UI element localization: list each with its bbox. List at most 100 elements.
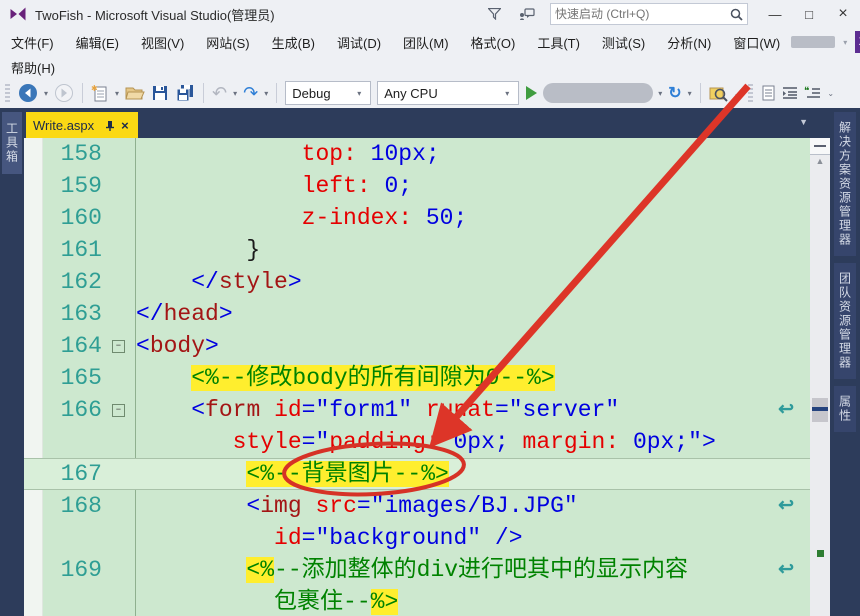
find-in-files-button[interactable] — [706, 80, 731, 106]
menu-item[interactable]: 调试(D) — [326, 33, 392, 52]
left-panel-strip: 工具箱 — [0, 108, 24, 616]
code-line[interactable]: 163</head> — [24, 298, 810, 330]
vertical-scrollbar[interactable]: ▲ — [810, 138, 830, 616]
code-line-current[interactable]: 167 <%--背景图片--%> — [24, 458, 810, 490]
undo-button[interactable]: ↶ — [209, 80, 230, 106]
line-number: 161 — [24, 237, 110, 263]
code-line[interactable]: 169 <%--添加整体的div进行吧其中的显示内容↩ — [24, 554, 810, 586]
open-file-button[interactable] — [122, 80, 148, 106]
menu-item[interactable]: 文件(F) — [0, 33, 65, 52]
browser-target-redacted[interactable] — [543, 83, 653, 103]
pin-icon[interactable] — [104, 120, 115, 131]
visual-studio-logo-icon — [9, 5, 27, 23]
feedback-icon[interactable] — [519, 8, 535, 21]
menu-item[interactable]: 网站(S) — [195, 33, 260, 52]
save-button[interactable] — [148, 80, 172, 106]
save-all-button[interactable] — [172, 80, 198, 106]
scroll-up-arrow[interactable]: ▲ — [810, 156, 830, 166]
tab-write-aspx[interactable]: Write.aspx × — [26, 112, 138, 138]
code-text: <%--添加整体的div进行吧其中的显示内容 — [136, 554, 688, 586]
code-line[interactable]: 161 } — [24, 234, 810, 266]
funnel-icon[interactable] — [488, 8, 501, 20]
indent-button[interactable] — [779, 80, 801, 106]
fold-collapse-toggle[interactable]: − — [112, 404, 125, 417]
quick-launch-search[interactable] — [550, 3, 748, 25]
toolbar-grip[interactable] — [5, 84, 10, 102]
code-text: left: 0; — [136, 170, 412, 202]
word-wrap-icon: ↩ — [778, 398, 794, 421]
menu-bar-row2: 帮助(H) — [0, 56, 860, 78]
menu-item[interactable]: 分析(N) — [656, 33, 722, 52]
menu-item[interactable]: 测试(S) — [591, 33, 656, 52]
menu-item[interactable]: 生成(B) — [261, 33, 326, 52]
menu-item[interactable]: 编辑(E) — [65, 33, 130, 52]
undo-dropdown-icon[interactable]: ▾ — [230, 89, 240, 98]
fold-collapse-toggle[interactable]: − — [112, 340, 125, 353]
menu-item[interactable]: 工具(T) — [526, 33, 591, 52]
document-list-dropdown-icon[interactable]: ▼ — [799, 117, 808, 127]
minimize-button[interactable]: — — [758, 0, 792, 28]
editor-split-handle[interactable] — [810, 138, 830, 155]
chevron-down-icon[interactable]: ▾ — [843, 38, 847, 47]
code-line[interactable]: 162 </style> — [24, 266, 810, 298]
svg-text:✱: ✱ — [91, 84, 98, 93]
line-number: 159 — [24, 173, 110, 199]
code-line[interactable]: 160 z-index: 50; — [24, 202, 810, 234]
close-button[interactable]: × — [826, 0, 860, 28]
right-panel-strip: 解决方案资源管理器团队资源管理器属性 — [832, 108, 860, 616]
maximize-button[interactable]: □ — [792, 0, 826, 28]
toolbar-grip[interactable] — [748, 84, 753, 102]
navigate-back-dropdown-icon[interactable]: ▾ — [41, 89, 51, 98]
sidebar-tab-properties[interactable]: 属性 — [834, 386, 856, 432]
title-bar: TwoFish - Microsoft Visual Studio(管理员) —… — [0, 0, 860, 28]
main-toolbar: ▾ ✱ ▾ ↶ ▾ ↷ ▾ Debug▾ Any CPU▾ ▾ ↻ ▾ ⌄ ❝ … — [0, 78, 860, 108]
toolbar-overflow-icon[interactable]: ⌄ — [731, 89, 744, 98]
document-outline-button[interactable] — [758, 80, 779, 106]
start-debug-button[interactable] — [526, 86, 537, 100]
debug-configuration-select[interactable]: Debug▾ — [285, 81, 371, 105]
code-line[interactable]: 164−<body> — [24, 330, 810, 362]
toolbar-overflow-icon[interactable]: ⌄ — [824, 89, 837, 98]
refresh-dropdown-icon[interactable]: ▾ — [685, 89, 695, 98]
code-text: top: 10px; — [136, 138, 440, 170]
menu-item[interactable]: 格式(O) — [460, 33, 527, 52]
search-icon[interactable] — [726, 8, 747, 21]
scrollbar-thumb[interactable] — [812, 398, 828, 422]
code-line[interactable]: 165 <%--修改body的所有间隙为0--%> — [24, 362, 810, 394]
sidebar-tab-solution-explorer[interactable]: 解决方案资源管理器 — [834, 112, 856, 256]
code-text: <%--背景图片--%> — [136, 458, 449, 490]
comment-button[interactable]: ❝ — [801, 80, 824, 106]
line-number: 158 — [24, 141, 110, 167]
line-number: 166 — [24, 397, 110, 423]
close-tab-icon[interactable]: × — [119, 118, 131, 133]
code-line[interactable]: 159 left: 0; — [24, 170, 810, 202]
code-line[interactable]: 158 top: 10px; — [24, 138, 810, 170]
redo-dropdown-icon[interactable]: ▾ — [261, 89, 271, 98]
code-line[interactable]: 166− <form id="form1" runat="server"↩ — [24, 394, 810, 426]
svg-text:❝: ❝ — [804, 86, 809, 97]
refresh-button[interactable]: ↻ — [665, 80, 684, 106]
navigate-forward-button[interactable] — [51, 80, 77, 106]
sidebar-tab-team-explorer[interactable]: 团队资源管理器 — [834, 263, 856, 379]
menu-item[interactable]: 窗口(W) — [722, 33, 791, 52]
new-file-button[interactable]: ✱ — [88, 80, 112, 106]
code-editor[interactable]: 158 top: 10px;159 left: 0;160 z-index: 5… — [24, 138, 810, 616]
redo-button[interactable]: ↷ — [240, 80, 261, 106]
code-text: 包裹住--%> — [136, 586, 398, 616]
menu-item[interactable]: 视图(V) — [130, 33, 195, 52]
avatar[interactable]: XY — [855, 31, 860, 53]
code-line[interactable]: 包裹住--%> — [24, 586, 810, 616]
menu-item[interactable]: 帮助(H) — [0, 58, 66, 77]
navigate-back-button[interactable] — [15, 80, 41, 106]
browser-dropdown-icon[interactable]: ▾ — [655, 89, 665, 98]
quick-launch-input[interactable] — [551, 7, 726, 21]
code-line[interactable]: 168 <img src="images/BJ.JPG"↩ — [24, 490, 810, 522]
menu-item[interactable]: 团队(M) — [392, 33, 460, 52]
line-number: 164 — [24, 333, 110, 359]
sidebar-tab-toolbox[interactable]: 工具箱 — [2, 112, 22, 174]
new-file-dropdown-icon[interactable]: ▾ — [112, 89, 122, 98]
platform-select[interactable]: Any CPU▾ — [377, 81, 519, 105]
code-text: z-index: 50; — [136, 202, 467, 234]
code-line[interactable]: style="padding: 0px; margin: 0px;"> — [24, 426, 810, 458]
code-line[interactable]: id="background" /> — [24, 522, 810, 554]
